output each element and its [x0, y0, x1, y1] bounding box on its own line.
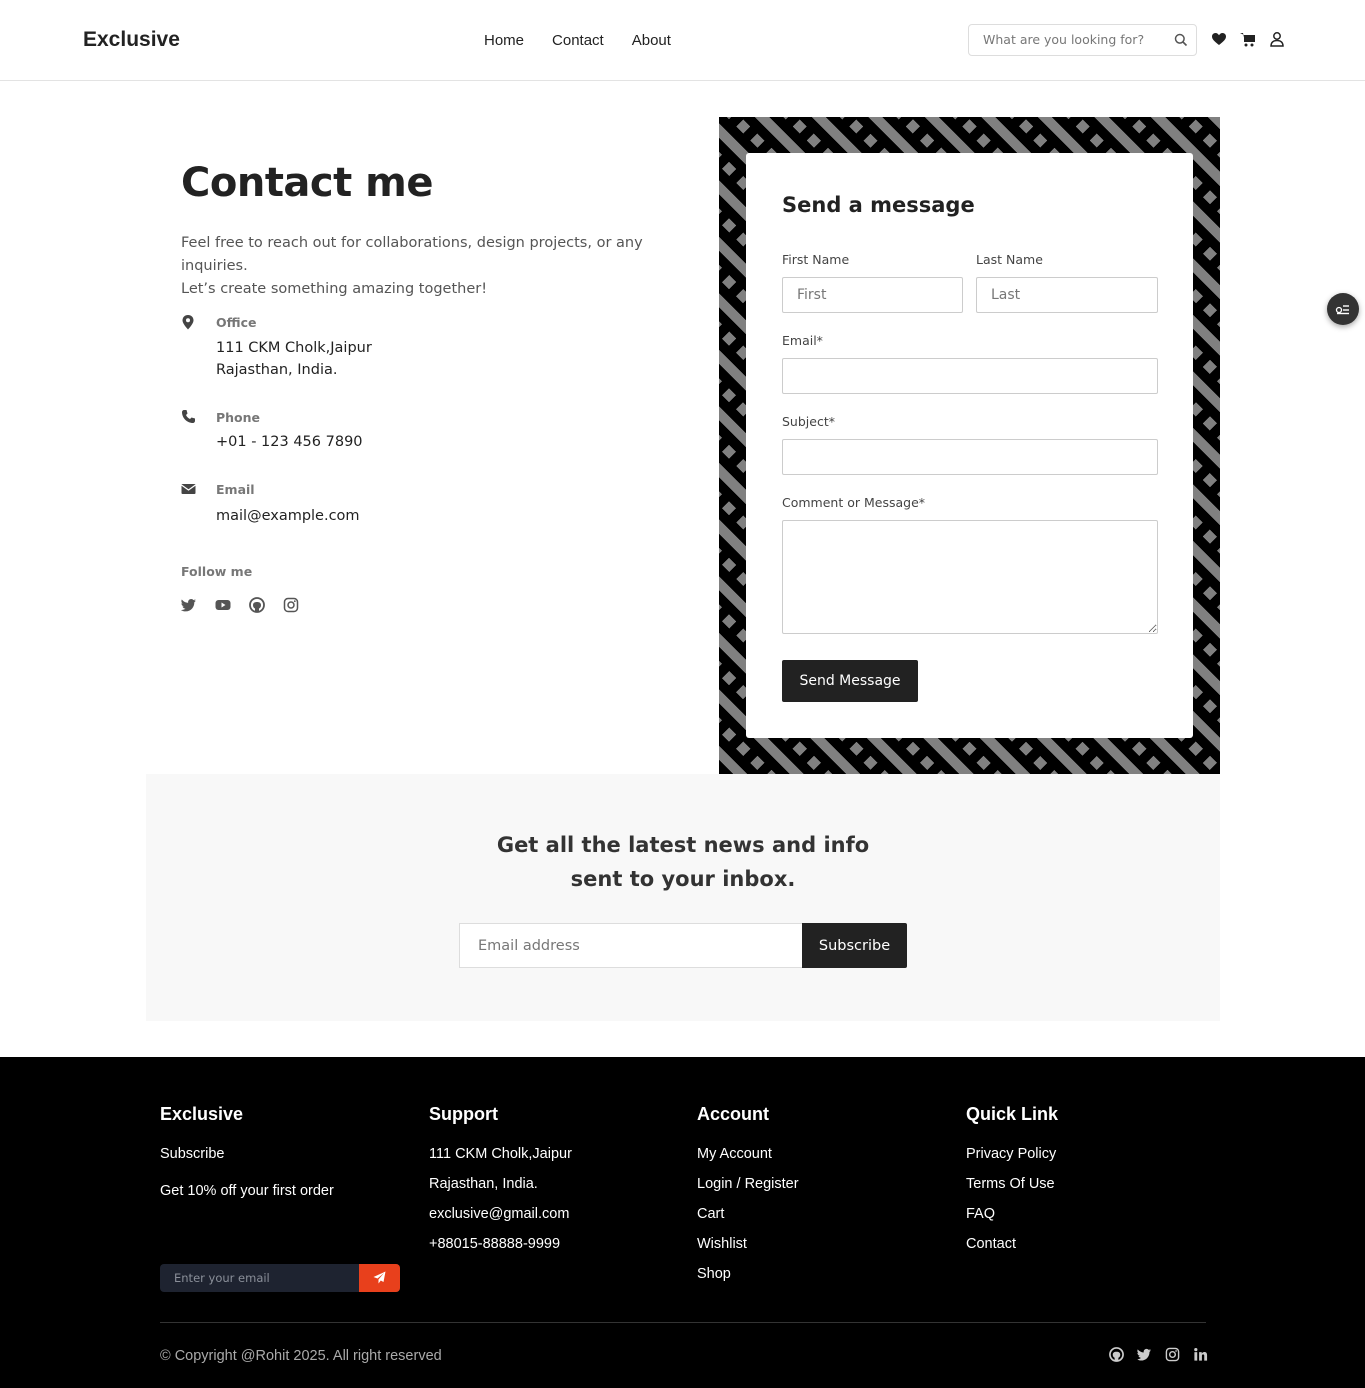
footer-support-item[interactable]: exclusive@gmail.com — [429, 1204, 572, 1234]
last-name-label: Last Name — [976, 252, 1043, 267]
footer-link-cart[interactable]: Cart — [697, 1204, 799, 1234]
github-icon[interactable] — [249, 597, 265, 613]
footer-email-form — [160, 1264, 400, 1292]
subject-field[interactable] — [782, 439, 1158, 475]
instagram-icon[interactable] — [1165, 1347, 1180, 1362]
newsletter-title: Get all the latest news and info sent to… — [146, 828, 1220, 896]
footer-support-title: Support — [429, 1104, 498, 1124]
intro-line: Let’s create something amazing together! — [181, 281, 488, 297]
github-icon[interactable] — [1109, 1347, 1124, 1362]
site-logo[interactable]: Exclusive — [83, 28, 180, 52]
office-label: Office — [216, 315, 257, 330]
email-label: Email — [216, 482, 255, 497]
phone-value[interactable]: +01 - 123 456 7890 — [216, 431, 363, 453]
heart-icon[interactable] — [1211, 31, 1227, 48]
newsletter-title-line: sent to your inbox. — [570, 867, 796, 891]
footer-social-links — [1109, 1347, 1208, 1362]
list-settings-icon — [1335, 305, 1349, 315]
email-field-label: Email* — [782, 333, 823, 348]
footer-link-login-register[interactable]: Login / Register — [697, 1174, 799, 1204]
footer-divider — [160, 1322, 1206, 1323]
newsletter-title-line: Get all the latest news and info — [496, 833, 870, 857]
linkedin-icon[interactable] — [1193, 1347, 1208, 1362]
footer-account-title: Account — [697, 1104, 769, 1124]
subscribe-button[interactable]: Subscribe — [802, 923, 907, 968]
social-links — [180, 597, 299, 613]
twitter-icon[interactable] — [180, 597, 197, 613]
site-header: Exclusive Home Contact About — [0, 0, 1365, 81]
message-label: Comment or Message* — [782, 495, 926, 510]
newsletter-email-input[interactable] — [459, 923, 803, 968]
newsletter-section: Get all the latest news and info sent to… — [146, 774, 1220, 1021]
footer-link-shop[interactable]: Shop — [697, 1264, 799, 1294]
footer-col-account: Account My Account Login / Register Cart… — [697, 1104, 799, 1294]
location-pin-icon — [181, 314, 197, 330]
nav-home[interactable]: Home — [484, 32, 524, 49]
form-title: Send a message — [782, 193, 975, 217]
footer-subscribe-label: Subscribe — [160, 1146, 225, 1162]
nav-about[interactable]: About — [632, 32, 671, 49]
subject-label: Subject* — [782, 414, 835, 429]
site-footer: Exclusive Subscribe Get 10% off your fir… — [0, 1057, 1365, 1388]
footer-email-input[interactable] — [160, 1264, 359, 1292]
footer-col-support: Support 111 CKM Cholk,Jaipur Rajasthan, … — [429, 1104, 572, 1264]
footer-support-item[interactable]: +88015-88888-9999 — [429, 1234, 572, 1264]
paper-plane-icon — [373, 1271, 386, 1284]
intro-line: Feel free to reach out for collaboration… — [181, 235, 643, 274]
contact-form: Send a message First Name Last Name Emai… — [746, 153, 1193, 738]
message-textarea[interactable] — [782, 520, 1158, 634]
floating-settings-button[interactable] — [1327, 293, 1359, 325]
phone-icon — [181, 409, 197, 425]
footer-quick-link-title: Quick Link — [966, 1104, 1059, 1124]
main-nav: Home Contact About — [484, 32, 671, 49]
footer-col-quick-link: Quick Link Privacy Policy Terms Of Use F… — [966, 1104, 1058, 1264]
follow-label: Follow me — [181, 564, 253, 579]
email-value[interactable]: mail@example.com — [216, 505, 360, 527]
cart-icon[interactable] — [1240, 31, 1256, 48]
page-title: Contact me — [181, 160, 434, 206]
phone-label: Phone — [216, 410, 261, 425]
footer-link-privacy-policy[interactable]: Privacy Policy — [966, 1144, 1058, 1174]
first-name-field[interactable] — [782, 277, 963, 313]
footer-send-button[interactable] — [359, 1264, 400, 1292]
header-icons — [1211, 31, 1285, 48]
footer-link-contact[interactable]: Contact — [966, 1234, 1058, 1264]
email-field[interactable] — [782, 358, 1158, 394]
footer-link-my-account[interactable]: My Account — [697, 1144, 799, 1174]
search-box — [968, 24, 1197, 56]
copyright-text: © Copyright @Rohit 2025. All right reser… — [160, 1348, 442, 1364]
send-message-button[interactable]: Send Message — [782, 660, 918, 702]
office-address-line1: 111 CKM Cholk,Jaipur — [216, 340, 372, 356]
footer-link-faq[interactable]: FAQ — [966, 1204, 1058, 1234]
office-address-line2: Rajasthan, India. — [216, 362, 338, 378]
footer-col-exclusive: Exclusive Subscribe Get 10% off your fir… — [160, 1104, 400, 1292]
first-name-label: First Name — [782, 252, 850, 267]
last-name-field[interactable] — [976, 277, 1158, 313]
footer-link-terms[interactable]: Terms Of Use — [966, 1174, 1058, 1204]
envelope-icon — [181, 482, 197, 498]
footer-support-item: Rajasthan, India. — [429, 1176, 538, 1192]
twitter-icon[interactable] — [1137, 1347, 1152, 1362]
youtube-icon[interactable] — [215, 597, 231, 613]
footer-link-wishlist[interactable]: Wishlist — [697, 1234, 799, 1264]
search-input[interactable] — [983, 32, 1168, 47]
search-icon[interactable] — [1174, 33, 1188, 47]
footer-brand-title: Exclusive — [160, 1104, 244, 1124]
footer-offer-text: Get 10% off your first order — [160, 1183, 334, 1199]
user-icon[interactable] — [1269, 31, 1285, 48]
nav-contact[interactable]: Contact — [552, 32, 604, 49]
instagram-icon[interactable] — [283, 597, 299, 613]
footer-support-item: 111 CKM Cholk,Jaipur — [429, 1146, 572, 1162]
contact-intro: Feel free to reach out for collaboration… — [181, 232, 691, 301]
